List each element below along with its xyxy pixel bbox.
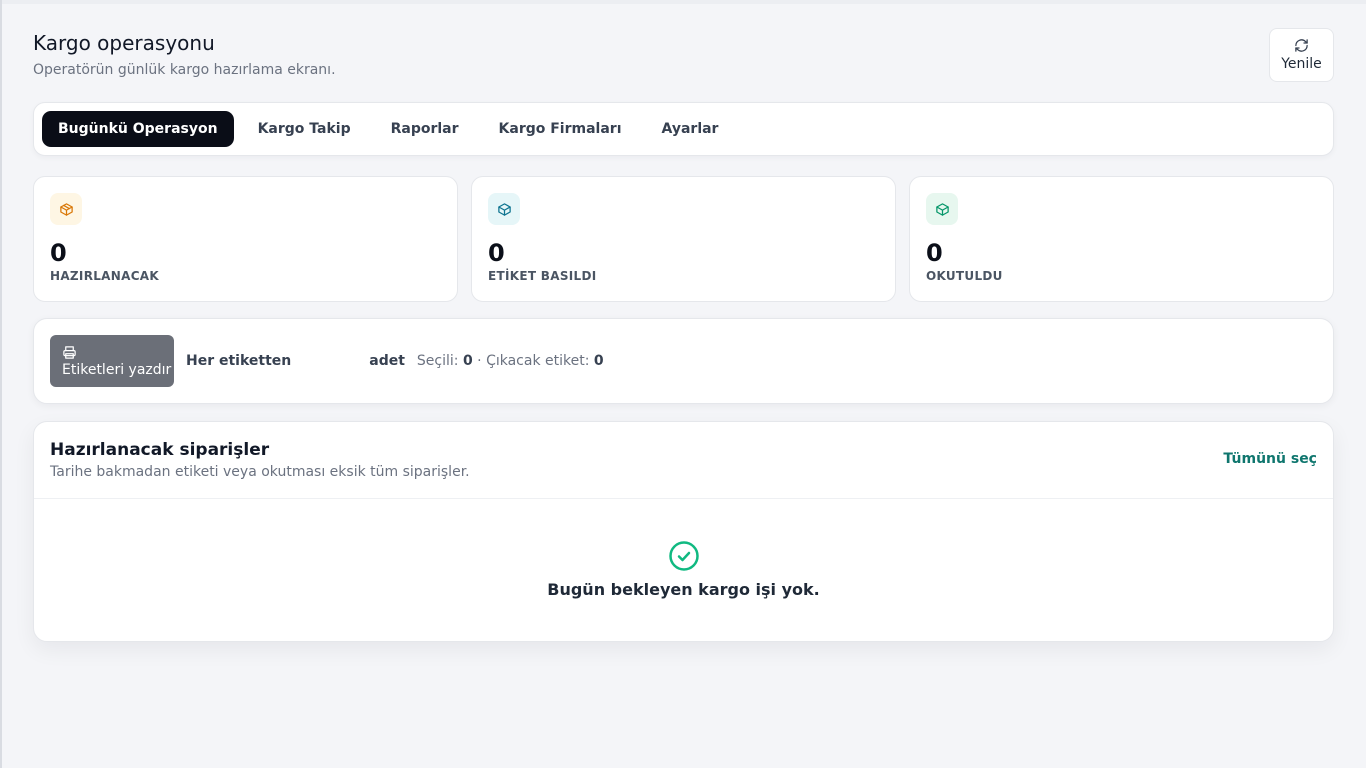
page-title: Kargo operasyonu <box>33 31 215 55</box>
orders-title: Hazırlanacak siparişler <box>50 440 270 460</box>
print-labels-label: Etiketleri yazdır <box>62 361 172 378</box>
stat-label: ETİKET BASILDI <box>488 269 597 283</box>
printer-icon <box>63 345 76 359</box>
stat-label: OKUTULDU <box>926 269 1003 283</box>
selection-summary: Seçili: 0 · Çıkacak etiket: 0 <box>417 353 604 369</box>
empty-state-text: Bugün bekleyen kargo işi yok. <box>547 580 820 599</box>
box-icon <box>50 193 82 225</box>
stats-row: 0 HAZIRLANACAK 0 ETİKET BASILDI 0 OKUTUL… <box>33 176 1334 302</box>
print-toolbar: Etiketleri yazdır Her etiketten adet Seç… <box>33 318 1334 404</box>
stat-value: 0 <box>50 239 67 267</box>
outgoing-label: Çıkacak etiket: <box>486 353 590 369</box>
orders-panel: Hazırlanacak siparişler Tarihe bakmadan … <box>33 421 1334 642</box>
stat-card-scanned: 0 OKUTULDU <box>909 176 1334 302</box>
outgoing-count: 0 <box>593 353 604 369</box>
cargo-operations-page: Kargo operasyonu Operatörün günlük kargo… <box>33 28 1334 642</box>
refresh-label: Yenile <box>1281 56 1322 72</box>
top-edge <box>0 0 1366 4</box>
stat-card-label-printed: 0 ETİKET BASILDI <box>471 176 896 302</box>
copies-unit-text: adet <box>369 353 405 369</box>
copies-quantity-input[interactable] <box>303 344 364 378</box>
tab-cargo-tracking[interactable]: Kargo Takip <box>242 111 367 147</box>
tab-settings[interactable]: Ayarlar <box>646 111 735 147</box>
stat-label: HAZIRLANACAK <box>50 269 159 283</box>
box-icon <box>926 193 958 225</box>
box-icon <box>488 193 520 225</box>
summary-separator: · <box>477 353 482 369</box>
page-subtitle: Operatörün günlük kargo hazırlama ekranı… <box>33 62 336 78</box>
refresh-button[interactable]: Yenile <box>1269 28 1334 82</box>
tab-reports[interactable]: Raporlar <box>375 111 475 147</box>
stat-value: 0 <box>926 239 943 267</box>
select-all-button[interactable]: Tümünü seç <box>1223 451 1317 467</box>
check-circle-icon <box>668 541 699 571</box>
stat-value: 0 <box>488 239 505 267</box>
tab-todays-operation[interactable]: Bugünkü Operasyon <box>42 111 234 147</box>
refresh-icon <box>1295 39 1308 52</box>
tab-bar: Bugünkü Operasyon Kargo Takip Raporlar K… <box>33 102 1334 156</box>
print-labels-button[interactable]: Etiketleri yazdır <box>50 335 174 387</box>
selected-label: Seçili: <box>416 353 459 369</box>
orders-subtitle: Tarihe bakmadan etiketi veya okutması ek… <box>50 464 470 480</box>
tab-cargo-companies[interactable]: Kargo Firmaları <box>483 111 638 147</box>
empty-state: Bugün bekleyen kargo işi yok. <box>34 540 1333 599</box>
stat-card-to-prepare: 0 HAZIRLANACAK <box>33 176 458 302</box>
copies-per-label-text: Her etiketten <box>186 353 292 369</box>
left-edge <box>0 0 2 768</box>
selected-count: 0 <box>462 353 473 369</box>
orders-header: Hazırlanacak siparişler Tarihe bakmadan … <box>34 422 1333 499</box>
page-header: Kargo operasyonu Operatörün günlük kargo… <box>33 28 1334 82</box>
